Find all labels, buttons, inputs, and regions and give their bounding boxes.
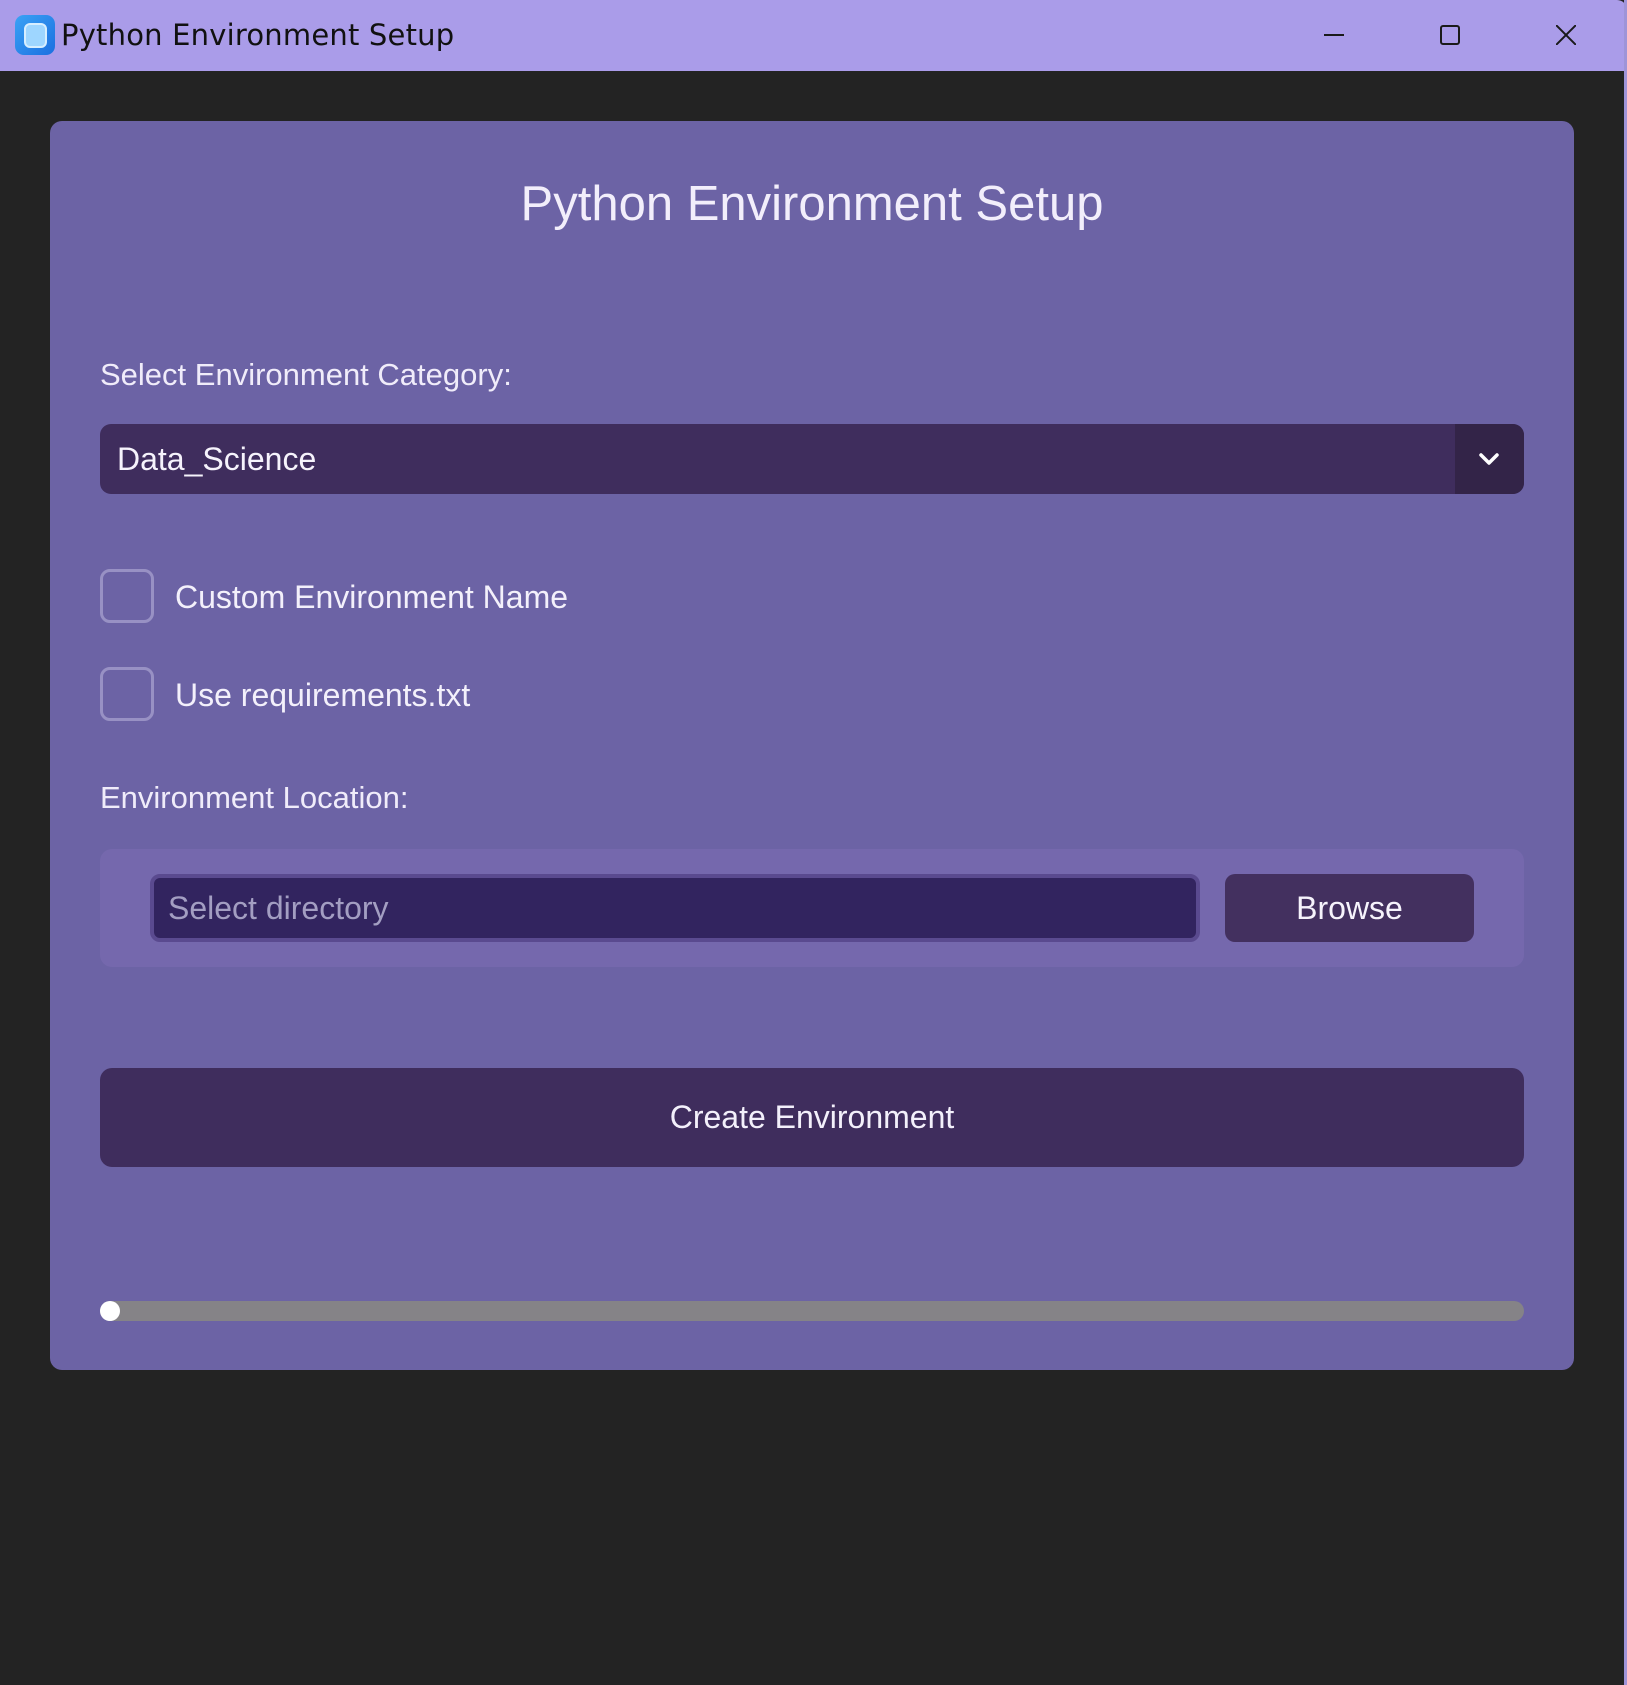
maximize-button[interactable] <box>1392 0 1508 71</box>
close-button[interactable] <box>1508 0 1624 71</box>
requirements-option[interactable]: Use requirements.txt <box>100 667 800 727</box>
app-window: Python Environment Setup Python Environm… <box>0 0 1627 1685</box>
title-bar[interactable]: Python Environment Setup <box>0 0 1627 71</box>
setup-card: Python Environment Setup Select Environm… <box>50 121 1574 1370</box>
location-panel: Browse <box>100 849 1524 967</box>
requirements-checkbox[interactable] <box>100 667 154 721</box>
create-environment-button[interactable]: Create Environment <box>100 1068 1524 1167</box>
window-title: Python Environment Setup <box>61 18 455 52</box>
dropdown-arrow-button[interactable] <box>1455 424 1524 494</box>
directory-input[interactable] <box>150 874 1200 942</box>
minimize-button[interactable] <box>1276 0 1392 71</box>
browse-button[interactable]: Browse <box>1225 874 1474 942</box>
close-icon <box>1556 25 1576 45</box>
progress-fill <box>100 1301 120 1321</box>
category-dropdown[interactable]: Data_Science <box>100 424 1524 494</box>
minimize-icon <box>1324 34 1344 36</box>
progress-bar <box>100 1301 1524 1321</box>
custom-name-option[interactable]: Custom Environment Name <box>100 569 800 629</box>
custom-name-checkbox[interactable] <box>100 569 154 623</box>
maximize-icon <box>1440 25 1460 45</box>
category-label: Select Environment Category: <box>100 357 512 392</box>
custom-name-label[interactable]: Custom Environment Name <box>175 579 568 616</box>
chevron-down-icon <box>1479 453 1499 465</box>
category-selected-value: Data_Science <box>117 441 317 477</box>
location-label: Environment Location: <box>100 780 409 815</box>
app-icon <box>15 15 55 55</box>
page-title: Python Environment Setup <box>520 177 1104 231</box>
requirements-label[interactable]: Use requirements.txt <box>175 677 470 714</box>
